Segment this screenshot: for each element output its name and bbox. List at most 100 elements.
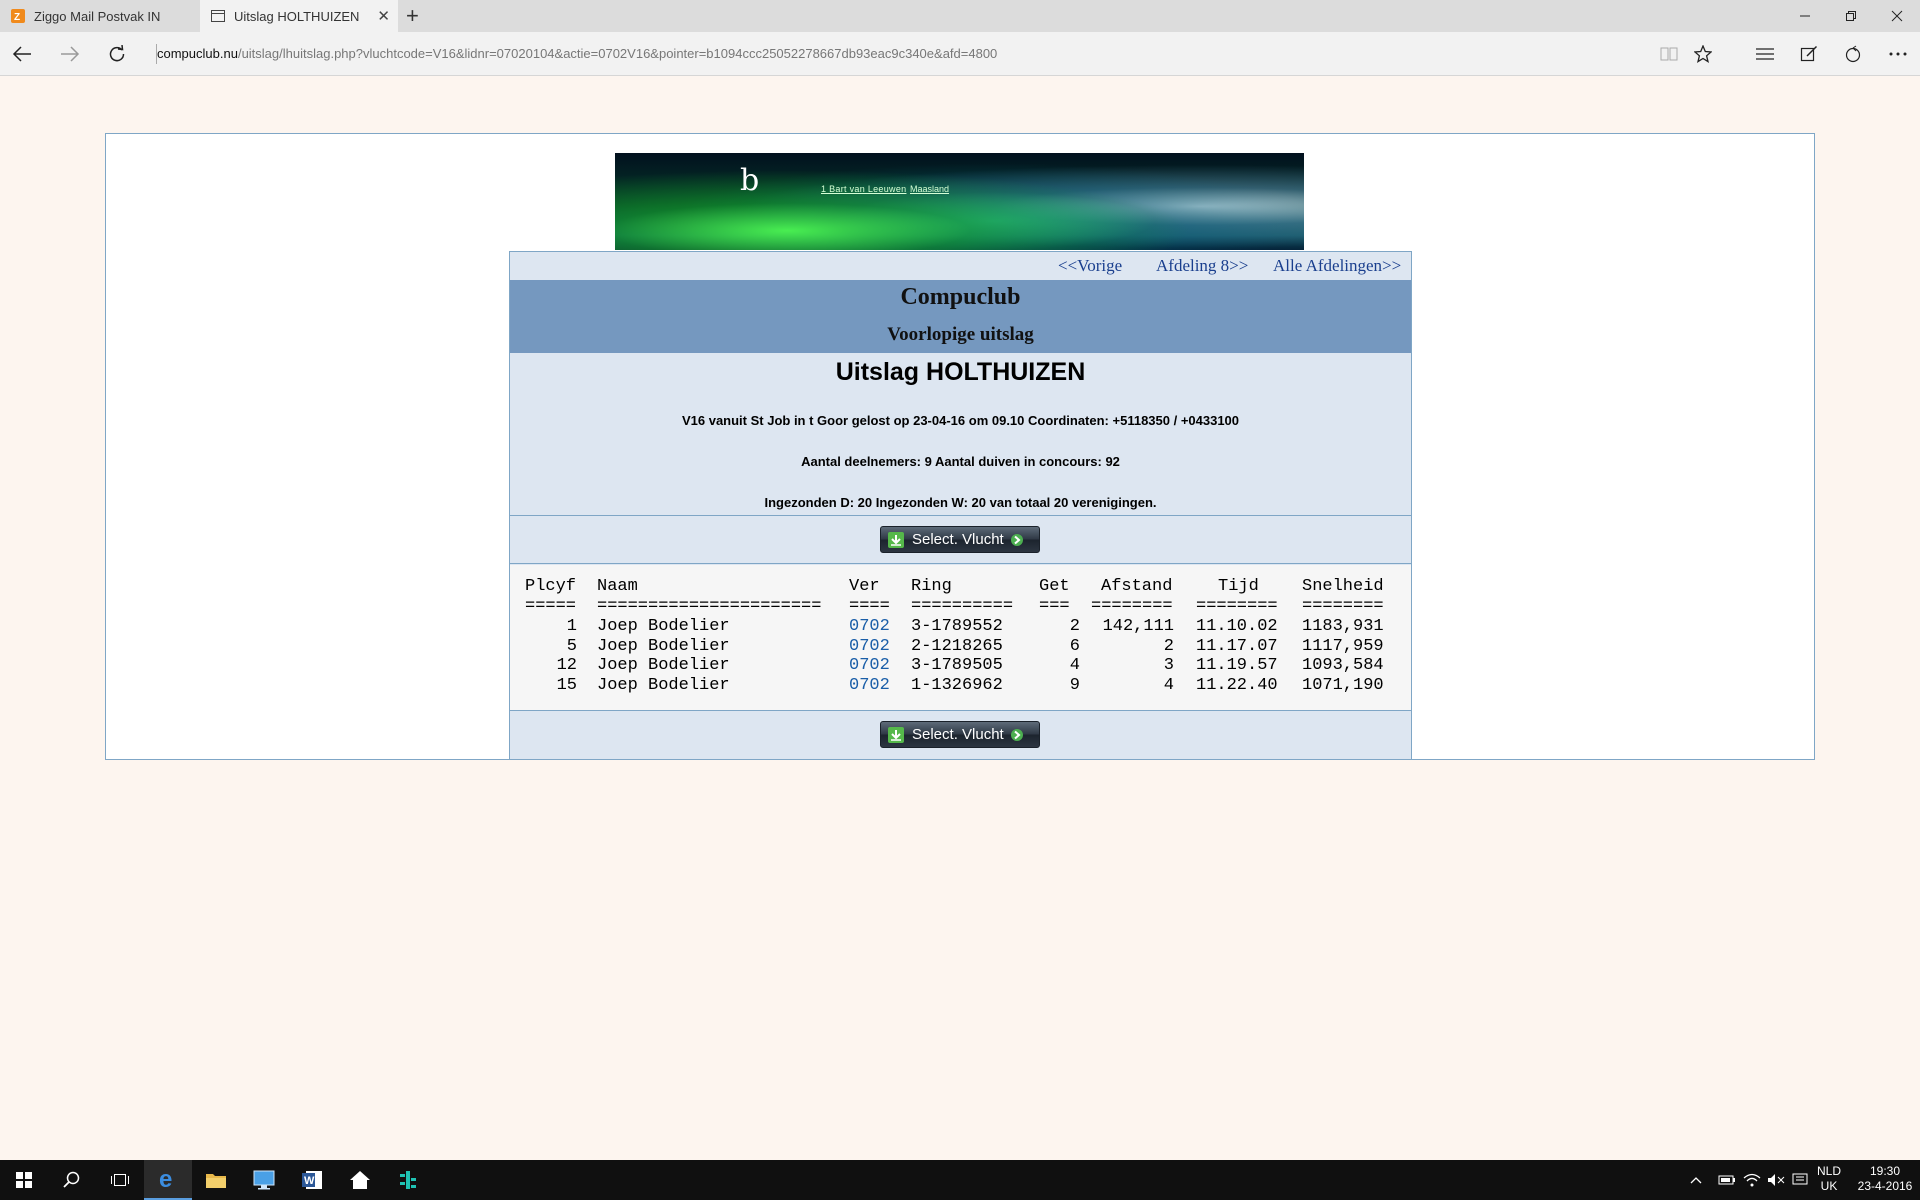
tab-ziggo-mail[interactable]: Z Ziggo Mail Postvak IN [0,0,200,32]
cell-ver-link[interactable]: 0702 [849,656,890,675]
minimize-icon[interactable] [1782,0,1828,32]
result-subtitle: Voorlopige uitslag [887,324,1034,345]
col-tijd: Tijd [1218,577,1259,596]
new-tab-button[interactable]: + [406,4,419,28]
table-row: 1 Joep Bodelier 0702 3-1789552 2 142,111… [510,617,1411,637]
cell-plcyf: 1 [566,617,577,636]
favorite-star-icon[interactable] [1688,40,1718,68]
refresh-icon[interactable] [102,40,132,68]
result-panel: <<Vorige Afdeling 8>> Alle Afdelingen>> … [509,251,1412,760]
cell-snelheid: 1093,584 [1302,656,1384,675]
col-snelheid: Snelheid [1302,577,1384,596]
select-vlucht-button-bottom[interactable]: Select. Vlucht [880,721,1040,748]
cell-naam: Joep Bodelier [597,656,730,675]
submitted-info: Ingezonden D: 20 Ingezonden W: 20 van to… [764,495,1157,510]
clock[interactable]: 19:30 23-4-2016 [1852,1164,1918,1194]
clock-time: 19:30 [1869,1164,1901,1178]
col-ring: Ring [911,577,952,596]
cell-afstand: 4 [1163,676,1174,695]
col-afstand: Afstand [1101,577,1173,596]
afdeling-link[interactable]: Afdeling 8>> [1156,256,1248,276]
word-icon[interactable]: W [288,1160,336,1200]
cell-naam: Joep Bodelier [597,676,730,695]
nav-row: <<Vorige Afdeling 8>> Alle Afdelingen>> [510,252,1411,280]
participants-info: Aantal deelnemers: 9 Aantal duiven in co… [801,454,1120,469]
task-view-icon[interactable] [96,1160,144,1200]
windows-start-icon[interactable] [0,1160,48,1200]
table-header-row: Plcyf Naam Ver Ring Get Afstand Tijd Sne… [510,577,1411,597]
keyboard-layout: UK [1820,1179,1838,1193]
remote-desktop-icon[interactable] [240,1160,288,1200]
cell-plcyf: 15 [556,676,577,695]
web-note-icon[interactable] [1794,40,1824,68]
tray-chevron-up-icon[interactable] [1684,1160,1708,1200]
sep: ======== [1196,597,1278,616]
cell-ring: 1-1326962 [911,676,1003,695]
table-separator-row: ===== ====================== ==== ======… [510,597,1411,617]
share-icon[interactable] [1838,40,1868,68]
taskbar: e W NLD UK 19:30 23-4-2016 [0,1160,1920,1200]
results-table: Plcyf Naam Ver Ring Get Afstand Tijd Sne… [510,565,1411,710]
flight-info: V16 vanuit St Job in t Goor gelost op 23… [681,413,1240,428]
prev-link[interactable]: <<Vorige [1058,256,1122,276]
download-icon [888,726,904,743]
file-explorer-icon[interactable] [192,1160,240,1200]
action-center-icon[interactable] [1788,1160,1812,1200]
cell-afstand: 3 [1163,656,1174,675]
close-window-icon[interactable] [1874,0,1920,32]
sep: ========== [911,597,1014,616]
volume-muted-icon[interactable] [1764,1160,1788,1200]
cell-snelheid: 1117,959 [1302,637,1384,656]
ziggo-icon: Z [10,8,26,24]
cell-ring: 2-1218265 [911,637,1003,656]
forward-icon[interactable] [55,40,85,68]
edge-browser-icon[interactable]: e [144,1160,192,1200]
club-name: Compuclub [900,284,1021,310]
tab-label: Uitslag HOLTHUIZEN [234,8,360,24]
cell-naam: Joep Bodelier [597,637,730,656]
arrow-right-icon [1010,533,1023,546]
cell-plcyf: 12 [556,656,577,675]
sep: === [1039,597,1070,616]
divider [510,515,1411,516]
cell-afstand: 142,111 [1102,617,1174,636]
cell-ring: 3-1789552 [911,617,1003,636]
back-icon[interactable] [7,40,37,68]
alle-afdelingen-link[interactable]: Alle Afdelingen>> [1273,256,1401,276]
banner-link-name[interactable]: 1 Bart van Leeuwen [821,184,906,194]
language-code: NLD [1816,1164,1841,1178]
close-tab-icon[interactable]: ✕ [377,7,390,25]
select-vlucht-button-top[interactable]: Select. Vlucht [880,526,1040,553]
banner-link-place[interactable]: Maasland [910,184,949,194]
cell-get: 2 [1069,617,1080,636]
cell-snelheid: 1071,190 [1302,676,1384,695]
cell-ver-link[interactable]: 0702 [849,617,890,636]
cell-get: 6 [1069,637,1080,656]
tab-label: Ziggo Mail Postvak IN [34,8,161,24]
wifi-icon[interactable] [1740,1160,1764,1200]
svg-text:Z: Z [14,12,20,23]
cell-ver-link[interactable]: 0702 [849,637,890,656]
url-field[interactable]: compuclub.nu/uitslag/lhuitslag.php?vluch… [157,32,997,76]
cell-ver-link[interactable]: 0702 [849,676,890,695]
restore-icon[interactable] [1828,0,1874,32]
hub-icon[interactable] [1750,40,1780,68]
search-icon[interactable] [48,1160,96,1200]
battery-icon[interactable] [1715,1160,1739,1200]
button-label: Select. Vlucht [912,531,1004,548]
language-indicator[interactable]: NLD UK [1815,1164,1843,1194]
app-icon[interactable] [384,1160,432,1200]
cell-tijd: 11.10.02 [1196,617,1278,636]
tab-uitslag[interactable]: Uitslag HOLTHUIZEN ✕ [200,0,398,32]
cell-afstand: 2 [1163,637,1174,656]
sep: ===== [525,597,577,616]
reading-view-icon[interactable] [1654,40,1684,68]
more-icon[interactable] [1883,40,1913,68]
cell-snelheid: 1183,931 [1302,617,1384,636]
cell-plcyf: 5 [566,637,577,656]
table-row: 5 Joep Bodelier 0702 2-1218265 6 2 11.17… [510,637,1411,657]
banner-logo: b [740,163,760,198]
home-icon[interactable] [336,1160,384,1200]
col-naam: Naam [597,577,638,596]
download-icon [888,531,904,548]
